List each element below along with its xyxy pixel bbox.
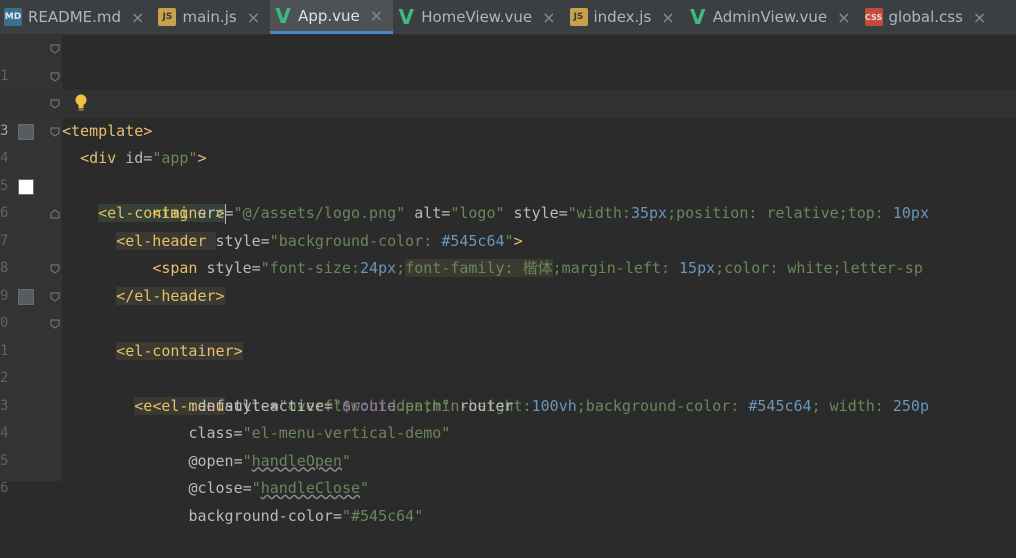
editor-tab[interactable]: V App.vue × (270, 0, 394, 34)
vue-file-icon: V (275, 3, 291, 28)
color-swatch-icon[interactable] (18, 288, 34, 305)
fold-close-icon[interactable] (50, 209, 60, 219)
code-line[interactable]: 2 <div id="app"> (0, 63, 1016, 167)
code-line[interactable]: 5 <img src="@/assets/logo.png" alt="logo… (0, 145, 1016, 223)
code-line[interactable]: 0 <el-aside style="overflow:hidden;min-h… (0, 283, 1016, 415)
code-line[interactable]: 2 :default-active="$route.path" router (0, 338, 1016, 415)
vue-file-icon: V (689, 5, 706, 29)
fold-open-icon[interactable] (50, 44, 60, 54)
editor-tab-label: global.css (888, 8, 963, 26)
line-number: 6 (0, 480, 8, 496)
close-tab-icon[interactable]: × (131, 8, 144, 27)
editor-tab-label: AdminView.vue (712, 8, 828, 26)
code-token: " (251, 479, 261, 497)
code-line[interactable]: 3 class="el-menu-vertical-demo" (0, 365, 1016, 443)
editor-tab-label: main.js (182, 8, 237, 26)
editor-tab[interactable]: V AdminView.vue × (685, 0, 861, 34)
fold-open-icon[interactable] (50, 292, 60, 302)
editor-tab-label: HomeView.vue (421, 8, 533, 26)
code-line[interactable]: 1 <el-menu (0, 310, 1016, 415)
color-swatch-icon[interactable] (18, 178, 34, 195)
css-file-icon: CSS (864, 8, 883, 26)
close-tab-icon[interactable]: × (661, 8, 674, 27)
code-token: @close= (188, 479, 252, 497)
code-line[interactable]: 6 background-color="#545c64" (0, 448, 1016, 525)
js-file-icon: JS (569, 8, 588, 26)
js-file-icon: JS (158, 8, 177, 26)
fold-open-icon[interactable] (50, 127, 60, 137)
close-tab-icon[interactable]: × (973, 8, 986, 27)
code-line[interactable]: 4 @open="handleOpen" (0, 393, 1016, 470)
code-line[interactable]: 9 <el-container> (0, 255, 1016, 360)
code-editor[interactable]: 1 <template> 2 <div id="app"> 3 <el-cont… (0, 35, 1016, 525)
code-token: " (360, 479, 370, 497)
fold-open-icon[interactable] (50, 264, 60, 274)
code-line[interactable]: 4 <el-header style="background-color: #5… (0, 118, 1016, 250)
code-line[interactable]: 7 </el-header> (0, 200, 1016, 305)
vue-file-icon: V (398, 5, 414, 29)
editor-tab[interactable]: V HomeView.vue × (393, 0, 565, 34)
editor-tab[interactable]: JS index.js × (566, 0, 685, 34)
code-line[interactable]: 8 (0, 228, 1016, 276)
editor-tab-label: App.vue (298, 6, 360, 25)
close-tab-icon[interactable]: × (837, 8, 850, 27)
editor-tab[interactable]: MD README.md × (0, 0, 154, 34)
code-line[interactable]: 1 <template> (0, 35, 1016, 140)
editor-tab-label: README.md (28, 8, 122, 26)
editor-tab[interactable]: CSS global.css × (861, 0, 997, 34)
close-tab-icon[interactable]: × (247, 8, 260, 27)
lightbulb-icon[interactable] (74, 94, 88, 112)
code-line[interactable]: 6 <span style="font-size:24px;font-famil… (0, 173, 1016, 277)
close-tab-icon[interactable]: × (542, 8, 555, 27)
code-token: background-color= (188, 506, 342, 525)
editor-tab[interactable]: JS main.js × (154, 0, 270, 34)
color-swatch-icon[interactable] (18, 123, 34, 140)
fold-open-icon[interactable] (50, 72, 60, 82)
code-line-current[interactable]: 3 <el-container> (0, 90, 1016, 224)
fold-open-icon[interactable] (50, 319, 60, 329)
code-line[interactable]: 5 @close="handleClose" (0, 420, 1016, 498)
md-file-icon: MD (4, 8, 22, 26)
editor-tab-bar: MD README.md × JS main.js × V App.vue × V HomeView… (0, 0, 1016, 35)
fold-open-icon[interactable] (50, 99, 60, 109)
close-tab-icon[interactable]: × (370, 6, 383, 25)
editor-tab-label: index.js (593, 8, 652, 26)
code-token: "#545c64" (341, 506, 424, 525)
code-token: handleClose (260, 479, 361, 497)
